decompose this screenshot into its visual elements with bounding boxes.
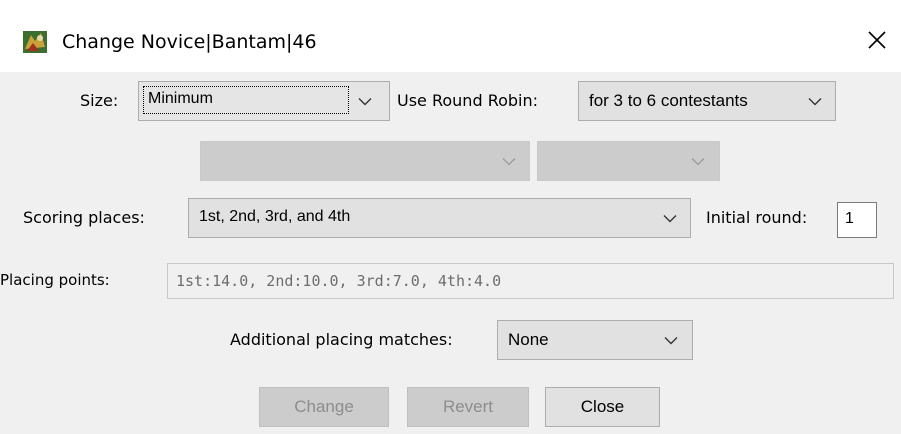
chevron-down-icon: [664, 337, 678, 345]
initial-round-input[interactable]: 1: [837, 202, 877, 238]
scoring-places-label: Scoring places:: [23, 208, 145, 227]
additional-placing-label: Additional placing matches:: [230, 330, 453, 349]
round-robin-select[interactable]: for 3 to 6 contestants: [578, 81, 836, 121]
chevron-down-icon: [663, 215, 677, 223]
close-icon[interactable]: [866, 29, 888, 51]
disabled-select-1: [200, 141, 530, 181]
size-label: Size:: [80, 91, 119, 110]
placing-points-label: Placing points:: [0, 271, 110, 289]
scoring-places-select[interactable]: 1st, 2nd, 3rd, and 4th: [188, 198, 691, 238]
close-button[interactable]: Close: [545, 387, 660, 427]
placing-points-field: 1st:14.0, 2nd:10.0, 3rd:7.0, 4th:4.0: [167, 263, 894, 299]
scoring-places-value: 1st, 2nd, 3rd, and 4th: [199, 208, 351, 225]
round-robin-label: Use Round Robin:: [397, 91, 539, 110]
additional-placing-value: None: [508, 330, 549, 349]
change-button[interactable]: Change: [259, 387, 389, 427]
additional-placing-select[interactable]: None: [497, 320, 693, 360]
revert-button[interactable]: Revert: [407, 387, 529, 427]
window-title: Change Novice|Bantam|46: [62, 31, 317, 53]
app-logo-icon: [23, 31, 47, 53]
round-robin-value: for 3 to 6 contestants: [589, 91, 748, 110]
initial-round-label: Initial round:: [706, 208, 808, 227]
chevron-down-icon: [808, 98, 822, 106]
chevron-down-icon: [502, 158, 516, 166]
title-bar: Change Novice|Bantam|46: [0, 0, 901, 72]
disabled-select-2: [537, 141, 720, 181]
size-value: Minimum: [148, 90, 213, 107]
size-select[interactable]: Minimum: [138, 81, 390, 121]
chevron-down-icon: [358, 98, 372, 106]
chevron-down-icon: [691, 158, 705, 166]
